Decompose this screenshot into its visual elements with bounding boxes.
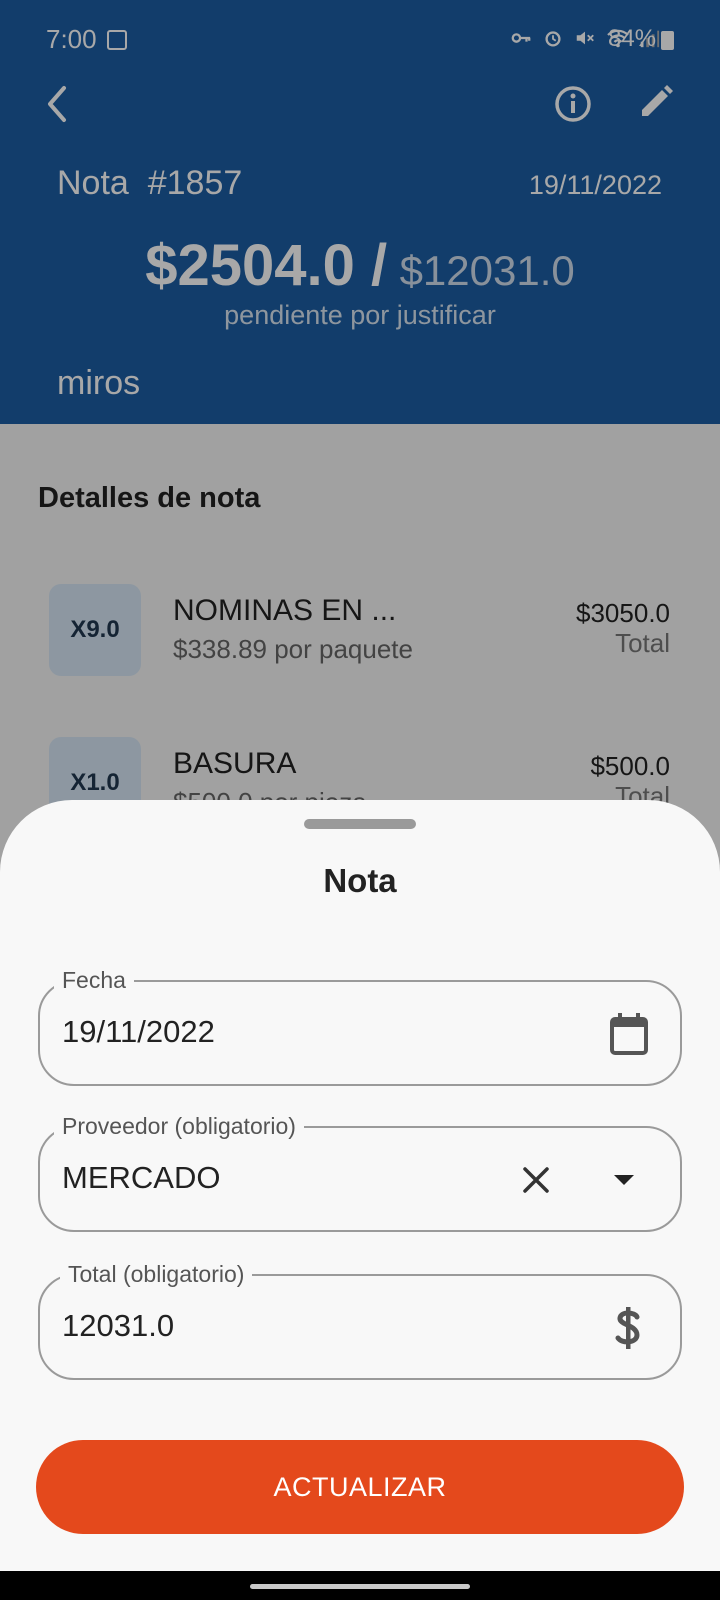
date-field[interactable]: Fecha 19/11/2022 bbox=[38, 967, 682, 1086]
system-nav-bar bbox=[0, 1571, 720, 1600]
total-field-value: 12031.0 bbox=[62, 1308, 175, 1343]
date-field-value: 19/11/2022 bbox=[62, 1014, 215, 1049]
bottom-sheet: Nota Fecha 19/11/2022 Proveedor (obligat… bbox=[0, 800, 720, 1571]
app-screen: 7:00 84% Nota #1857 19/11/2022 $2504.0 /… bbox=[0, 0, 720, 1571]
dropdown-arrow-icon[interactable] bbox=[606, 1162, 642, 1198]
provider-field[interactable]: Proveedor (obligatorio) MERCADO bbox=[38, 1113, 682, 1232]
drag-handle[interactable] bbox=[304, 819, 416, 829]
update-button[interactable]: ACTUALIZAR bbox=[36, 1440, 684, 1534]
calendar-icon[interactable] bbox=[606, 1010, 652, 1058]
sheet-title: Nota bbox=[323, 862, 397, 899]
provider-field-label: Proveedor (obligatorio) bbox=[54, 1113, 304, 1140]
provider-field-value: MERCADO bbox=[62, 1160, 221, 1195]
clear-icon[interactable] bbox=[518, 1162, 554, 1198]
total-field[interactable]: Total (obligatorio) 12031.0 bbox=[38, 1261, 682, 1380]
total-field-label: Total (obligatorio) bbox=[60, 1261, 253, 1288]
dollar-icon bbox=[608, 1304, 648, 1352]
date-field-label: Fecha bbox=[54, 967, 134, 994]
home-gesture-handle[interactable] bbox=[250, 1584, 470, 1589]
